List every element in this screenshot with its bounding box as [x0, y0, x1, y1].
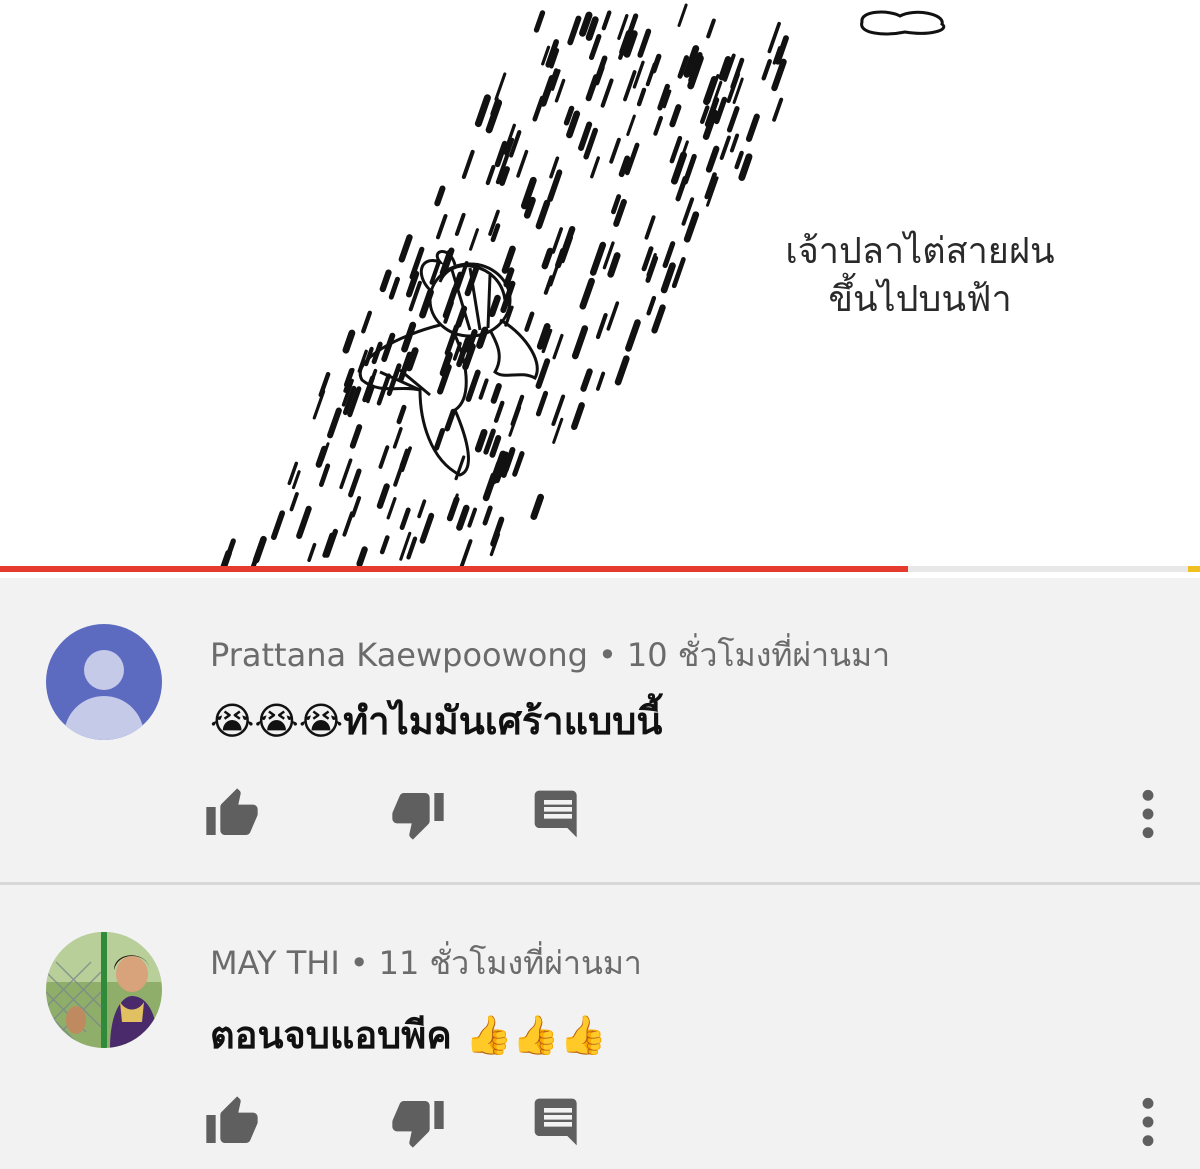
thumbs-up-icon[interactable] — [204, 786, 260, 842]
comment-text: 😭😭😭ทำไมมันเศร้าแบบนี้ — [210, 699, 663, 743]
comment-divider — [0, 882, 1200, 885]
comment-author[interactable]: MAY THI — [210, 944, 340, 982]
cloud-drawing — [860, 10, 946, 36]
reply-icon[interactable] — [530, 1094, 586, 1150]
thumbs-down-icon[interactable] — [390, 786, 446, 842]
more-vert-icon[interactable] — [1130, 786, 1166, 842]
thumbs-down-icon[interactable] — [390, 1094, 446, 1150]
meta-separator: • — [597, 636, 617, 674]
photo-avatar[interactable] — [46, 932, 162, 1048]
more-vert-icon[interactable] — [1130, 1094, 1166, 1150]
comment-text: ตอนจบแอบพีค 👍👍👍 — [210, 1013, 607, 1057]
comment-item: Prattana Kaewpoowong • 10 ชั่วโมงที่ผ่านมา… — [0, 578, 1200, 884]
video-caption: เจ้าปลาไต่สายฝน ขึ้นไปบนฟ้า — [770, 228, 1070, 324]
comment-author[interactable]: Prattana Kaewpoowong — [210, 636, 588, 674]
meta-separator: • — [349, 944, 369, 982]
caption-line-2: ขึ้นไปบนฟ้า — [828, 279, 1012, 320]
comment-meta: Prattana Kaewpoowong • 10 ชั่วโมงที่ผ่านมา — [210, 630, 890, 681]
comment-time: 11 ชั่วโมงที่ผ่านมา — [378, 944, 642, 982]
comment-item: MAY THI • 11 ชั่วโมงที่ผ่านมา ตอนจบแอบพีค … — [0, 886, 1200, 1169]
reply-icon[interactable] — [530, 786, 586, 842]
comment-meta: MAY THI • 11 ชั่วโมงที่ผ่านมา — [210, 938, 642, 989]
default-avatar-icon[interactable] — [46, 624, 162, 740]
comment-time: 10 ชั่วโมงที่ผ่านมา — [626, 636, 891, 674]
comment-actions — [0, 786, 1200, 846]
thumbs-up-icon[interactable] — [204, 1094, 260, 1150]
video-player[interactable]: เจ้าปลาไต่สายฝน ขึ้นไปบนฟ้า — [0, 0, 1200, 572]
caption-line-1: เจ้าปลาไต่สายฝน — [785, 231, 1055, 272]
comment-actions — [0, 1094, 1200, 1154]
